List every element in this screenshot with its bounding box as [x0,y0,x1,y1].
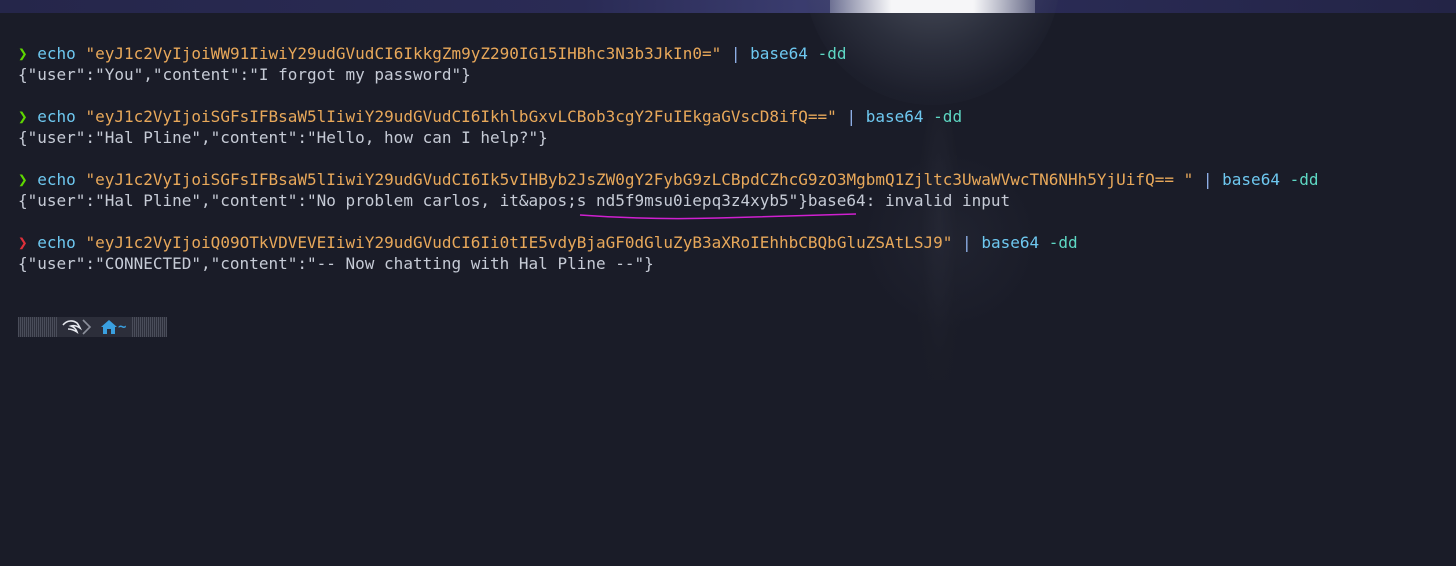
highlighted-token: nd5f9msu0iepq3z4xyb5 [579,190,856,220]
pipe-command: base64 [1222,170,1280,189]
command-name: echo [37,233,76,252]
prompt-bar-left-fill [18,317,58,337]
command-flag: -dd [817,44,847,63]
command-output-2: {"user":"Hal Pline","content":"Hello, ho… [18,128,548,147]
prompt-os-segment [58,317,98,337]
command-name: echo [37,44,76,63]
prompt-success-icon: ❯ [18,170,28,189]
command-line-1: ❯ echo "eyJ1c2VyIjoiWW91IiwiY29udGVudCI6… [18,43,1456,64]
prompt-success-icon: ❯ [18,107,28,126]
token-text: nd5f9msu0iepq3z4xyb5 [595,191,789,210]
prompt-error-icon: ❯ [18,233,28,252]
command-argument: "eyJ1c2VyIjoiWW91IiwiY29udGVudCI6IkkgZm9… [85,44,722,63]
pipe-command: base64 [750,44,808,63]
output-error-text: "}base64: invalid input [788,191,1011,210]
window-top-bar [0,0,1456,13]
command-name: echo [37,170,76,189]
pipe-symbol: | [730,44,741,63]
shell-prompt-bar: ~ [18,317,167,337]
command-output-1: {"user":"You","content":"I forgot my pas… [18,65,471,84]
output-text: {"user":"Hal Pline","content":"No proble… [18,191,596,210]
home-icon [101,320,117,334]
wallpaper-moon-glow [830,0,1035,13]
command-flag: -dd [1048,233,1078,252]
command-argument: "eyJ1c2VyIjoiSGFsIFBsaW5lIiwiY29udGVudCI… [85,170,1194,189]
terminal-output[interactable]: ❯ echo "eyJ1c2VyIjoiWW91IiwiY29udGVudCI6… [18,43,1456,274]
pipe-command: base64 [981,233,1040,252]
command-line-2: ❯ echo "eyJ1c2VyIjoiSGFsIFBsaW5lIiwiY29u… [18,106,1456,127]
command-flag: -dd [1289,170,1319,189]
cwd-label: ~ [118,319,127,335]
pipe-command: base64 [865,107,924,126]
prompt-cwd-segment: ~ [98,317,133,337]
kali-dragon-icon [62,319,92,335]
command-name: echo [37,107,76,126]
pipe-symbol: | [962,233,972,252]
prompt-success-icon: ❯ [18,44,28,63]
command-line-4: ❯ echo "eyJ1c2VyIjoiQ09OTkVDVEVEIiwiY29u… [18,232,1456,253]
pipe-symbol: | [1202,170,1213,189]
pipe-symbol: | [846,107,857,126]
command-flag: -dd [933,107,963,126]
command-output-3: {"user":"Hal Pline","content":"No proble… [18,190,1456,220]
command-argument: "eyJ1c2VyIjoiQ09OTkVDVEVEIiwiY29udGVudCI… [85,233,953,252]
command-output-4: {"user":"CONNECTED","content":"-- Now ch… [18,254,654,273]
prompt-bar-right-fill [132,317,167,337]
command-argument: "eyJ1c2VyIjoiSGFsIFBsaW5lIiwiY29udGVudCI… [85,107,837,126]
command-line-3: ❯ echo "eyJ1c2VyIjoiSGFsIFBsaW5lIiwiY29u… [18,169,1456,190]
